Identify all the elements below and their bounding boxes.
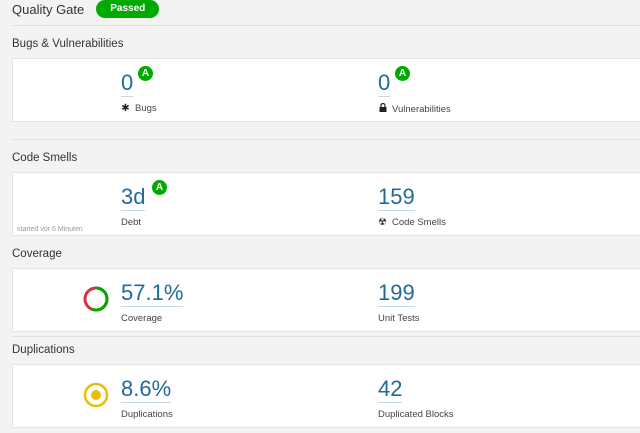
quality-gate-header: Quality Gate Passed bbox=[12, 0, 160, 18]
coverage-metric[interactable]: 57.1% Coverage bbox=[121, 281, 184, 324]
unit-tests-label: Unit Tests bbox=[378, 313, 420, 324]
bug-icon: ✱ bbox=[121, 103, 130, 114]
quality-gate-title: Quality Gate bbox=[12, 1, 85, 17]
duplicated-blocks-metric[interactable]: 42 Duplicated Blocks bbox=[378, 377, 454, 420]
section-title-duplications: Duplications bbox=[12, 344, 75, 356]
debt-value[interactable]: 3d bbox=[121, 185, 146, 211]
coverage-value[interactable]: 57.1% bbox=[121, 281, 184, 307]
coverage-label: Coverage bbox=[121, 313, 163, 324]
section-title-coverage: Coverage bbox=[12, 248, 62, 260]
bugs-value[interactable]: 0 bbox=[121, 71, 134, 97]
lock-icon bbox=[378, 102, 387, 115]
duplicated-blocks-value[interactable]: 42 bbox=[378, 377, 403, 403]
code-smells-value[interactable]: 159 bbox=[378, 185, 415, 211]
vulnerabilities-rating-badge[interactable]: A bbox=[395, 66, 410, 81]
duplications-ring-icon bbox=[83, 382, 109, 408]
analysis-started-text: started vor 6 Minuten bbox=[17, 226, 83, 233]
bugs-vulnerabilities-card: 0 ✱ Bugs A 0 Vulnerabilities A bbox=[12, 58, 640, 122]
duplications-metric[interactable]: 8.6% Duplications bbox=[121, 377, 173, 420]
divider bbox=[12, 336, 640, 337]
maintainability-rating-badge[interactable]: A bbox=[152, 180, 167, 195]
code-smells-label: Code Smells bbox=[392, 217, 446, 228]
duplications-label: Duplications bbox=[121, 409, 173, 420]
duplications-value[interactable]: 8.6% bbox=[121, 377, 172, 403]
duplicated-blocks-label: Duplicated Blocks bbox=[378, 409, 454, 420]
unit-tests-metric[interactable]: 199 Unit Tests bbox=[378, 281, 420, 324]
bugs-rating-badge[interactable]: A bbox=[138, 66, 153, 81]
vulnerabilities-label: Vulnerabilities bbox=[392, 103, 451, 115]
coverage-card: 57.1% Coverage 199 Unit Tests bbox=[12, 268, 640, 332]
radiation-icon: ☢ bbox=[378, 217, 387, 228]
unit-tests-value[interactable]: 199 bbox=[378, 281, 415, 307]
duplications-card: 8.6% Duplications 42 Duplicated Blocks bbox=[12, 364, 640, 428]
quality-gate-status-badge: Passed bbox=[96, 0, 160, 18]
vulnerabilities-metric[interactable]: 0 Vulnerabilities bbox=[378, 71, 451, 115]
debt-label: Debt bbox=[121, 217, 142, 228]
divider bbox=[12, 25, 640, 26]
vulnerabilities-value[interactable]: 0 bbox=[378, 71, 391, 97]
code-smells-metric[interactable]: 159 ☢ Code Smells bbox=[378, 185, 446, 228]
bugs-label: Bugs bbox=[135, 103, 157, 114]
debt-metric[interactable]: 3d Debt bbox=[121, 185, 146, 228]
code-smells-card: 3d Debt A 159 ☢ Code Smells started vor … bbox=[12, 172, 640, 236]
divider bbox=[12, 139, 640, 140]
section-title-code-smells: Code Smells bbox=[12, 152, 78, 164]
coverage-donut-icon bbox=[83, 286, 109, 312]
section-title-bugs-vulnerabilities: Bugs & Vulnerabilities bbox=[12, 38, 124, 50]
